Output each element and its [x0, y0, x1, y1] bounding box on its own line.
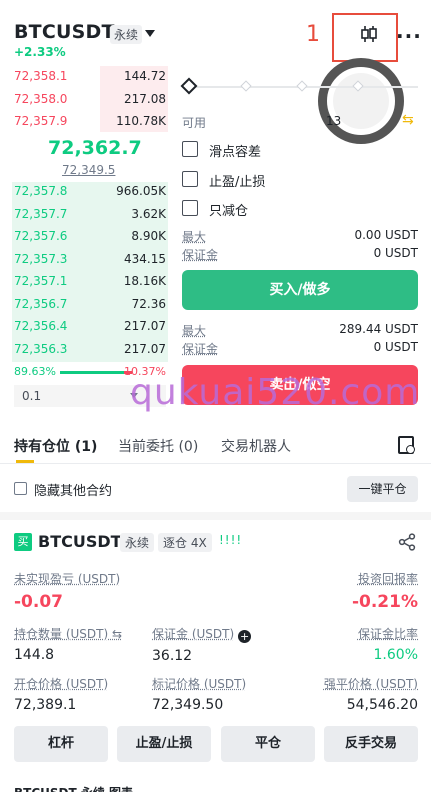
- contract-type-tag: 永续: [120, 533, 155, 552]
- order-book: 72,358.1 144.72 72,358.0 217.08 72,357.9 11…: [0, 66, 172, 134]
- ask-row[interactable]: 72,358.0 217.08: [0, 89, 172, 112]
- contract-type-tag: 永续: [110, 25, 143, 44]
- bid-row[interactable]: 72,357.7 3.62K: [0, 204, 172, 227]
- symbol-title[interactable]: BTCUSDT: [14, 21, 115, 43]
- mark-price-cell: 标记价格 (USDT) 72,349.50: [152, 677, 247, 713]
- close-all-button[interactable]: 一键平仓: [347, 476, 418, 502]
- order-history-icon[interactable]: [398, 436, 415, 454]
- slider-step[interactable]: [296, 80, 308, 92]
- bid-row[interactable]: 72,357.3 434.15: [0, 249, 172, 272]
- bid-row[interactable]: 72,357.6 8.90K: [0, 226, 172, 249]
- ask-row[interactable]: 72,357.9 110.78K: [0, 111, 172, 134]
- leverage-slider[interactable]: [180, 77, 418, 95]
- entry-price: 开仓价格 (USDT) 72,389.1: [14, 677, 109, 713]
- bid-ratio-bar: [60, 371, 124, 374]
- bid-row[interactable]: 72,356.7 72.36: [0, 294, 172, 317]
- section-divider: [0, 512, 431, 520]
- position-margin: 保证金 (USDT) + 36.12: [152, 627, 252, 664]
- position-symbol[interactable]: BTCUSDT: [38, 532, 122, 551]
- overlay-ring: [318, 58, 404, 144]
- bid-row[interactable]: 72,356.3 217.07: [0, 339, 172, 362]
- transfer-icon[interactable]: ⇆: [402, 112, 414, 128]
- position-size[interactable]: 持仓数量 (USDT) ⇆ 144.8: [14, 625, 122, 663]
- leverage-button[interactable]: 杠杆: [14, 726, 108, 762]
- last-price[interactable]: 72,362.7: [48, 137, 142, 159]
- margin-mode-tag[interactable]: 逐仓 4X: [158, 533, 212, 552]
- chart-section-title: BTCUSDT 永续 图表: [14, 784, 133, 792]
- watermark: qukuai520.com: [130, 372, 421, 413]
- unrealized-pnl: 未实现盈亏 (USDT) -0.07: [14, 572, 121, 612]
- liquidation-price: 强平价格 (USDT) 54,546.20: [323, 677, 418, 713]
- annotation-number: 1: [306, 22, 320, 47]
- more-icon[interactable]: ···: [396, 24, 422, 48]
- share-icon[interactable]: [398, 533, 416, 551]
- bid-row[interactable]: 72,357.1 18.16K: [0, 271, 172, 294]
- tab-positions[interactable]: 持有仓位 (1): [14, 436, 97, 456]
- bid-ratio: 89.63%: [14, 365, 56, 378]
- available-value: 13: [326, 114, 342, 128]
- slider-handle[interactable]: [180, 77, 198, 95]
- tab-open-orders[interactable]: 当前委托 (0): [118, 436, 198, 456]
- tab-trading-bots[interactable]: 交易机器人: [221, 436, 291, 456]
- candlestick-chart-icon[interactable]: [360, 25, 378, 43]
- positions-tabs: 持有仓位 (1) 当前委托 (0) 交易机器人: [0, 426, 431, 464]
- adl-indicator: !!!!: [219, 533, 243, 547]
- reverse-position-button[interactable]: 反手交易: [324, 726, 418, 762]
- roi: 投资回报率 -0.21%: [351, 572, 418, 612]
- bid-list: 72,357.8 966.05K 72,357.7 3.62K 72,357.6 8.…: [0, 181, 172, 361]
- bid-row[interactable]: 72,356.4 217.07: [0, 316, 172, 339]
- margin-ratio: 保证金比率 1.60%: [357, 627, 418, 663]
- price-change: +2.33%: [14, 45, 66, 59]
- side-badge: 买: [14, 533, 32, 551]
- chevron-down-icon[interactable]: [145, 30, 155, 37]
- active-tab-indicator: [16, 460, 34, 463]
- position-actions: 杠杆 止盈/止损 平仓 反手交易: [14, 726, 418, 762]
- add-margin-icon[interactable]: +: [238, 630, 252, 643]
- checkbox[interactable]: [14, 482, 27, 495]
- slider-step[interactable]: [240, 80, 252, 92]
- tpsl-button[interactable]: 止盈/止损: [117, 726, 211, 762]
- close-position-button[interactable]: 平仓: [221, 726, 315, 762]
- buy-long-button[interactable]: 买入/做多: [182, 270, 418, 310]
- mark-price: 72,349.5: [62, 163, 116, 177]
- available-label: 可用: [182, 116, 207, 130]
- ask-row[interactable]: 72,358.1 144.72: [0, 66, 172, 89]
- bid-row[interactable]: 72,357.8 966.05K: [0, 181, 172, 204]
